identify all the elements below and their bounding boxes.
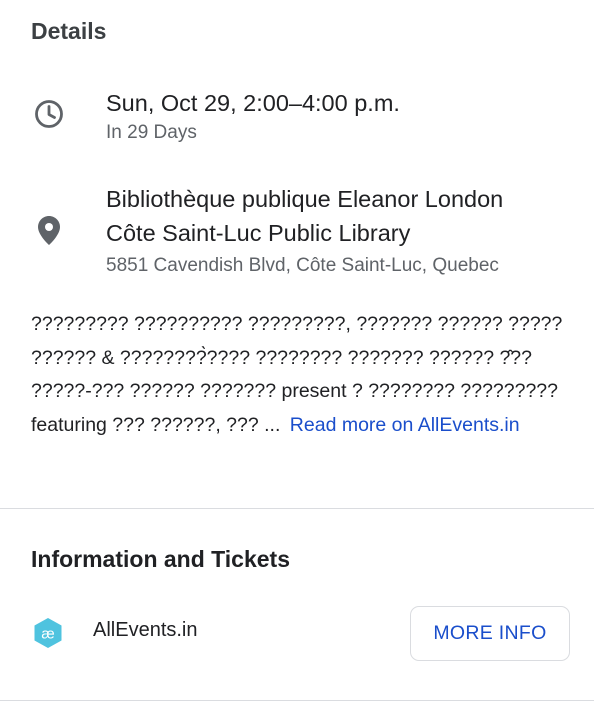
- event-description: ????????? ?????????? ?????????, ??????? …: [31, 308, 571, 442]
- event-details-panel: Details Sun, Oct 29, 2:00–4:00 p.m. In 2…: [0, 0, 594, 708]
- section-divider: [0, 508, 594, 509]
- clock-icon: [33, 98, 65, 130]
- event-countdown: In 29 Days: [106, 122, 197, 143]
- venue-address: 5851 Cavendish Blvd, Côte Saint-Luc, Que…: [106, 255, 499, 276]
- provider-name: AllEvents.in: [93, 619, 198, 641]
- venue-name-line2: Côte Saint-Luc Public Library: [106, 220, 411, 246]
- allevents-logo-icon: æ: [33, 617, 63, 649]
- location-pin-icon: [33, 214, 65, 246]
- information-tickets-heading: Information and Tickets: [31, 546, 291, 572]
- event-date-time: Sun, Oct 29, 2:00–4:00 p.m.: [106, 90, 400, 116]
- bottom-divider: [0, 700, 594, 701]
- allevents-logo-text: æ: [41, 626, 54, 643]
- read-more-link[interactable]: Read more on AllEvents.in: [290, 414, 520, 436]
- venue-name-line1: Bibliothèque publique Eleanor London: [106, 186, 504, 212]
- location-text: Bibliothèque publique Eleanor London Côt…: [106, 182, 582, 279]
- datetime-text: Sun, Oct 29, 2:00–4:00 p.m. In 29 Days: [106, 86, 582, 146]
- details-heading: Details: [31, 18, 107, 44]
- more-info-button[interactable]: MORE INFO: [410, 606, 570, 661]
